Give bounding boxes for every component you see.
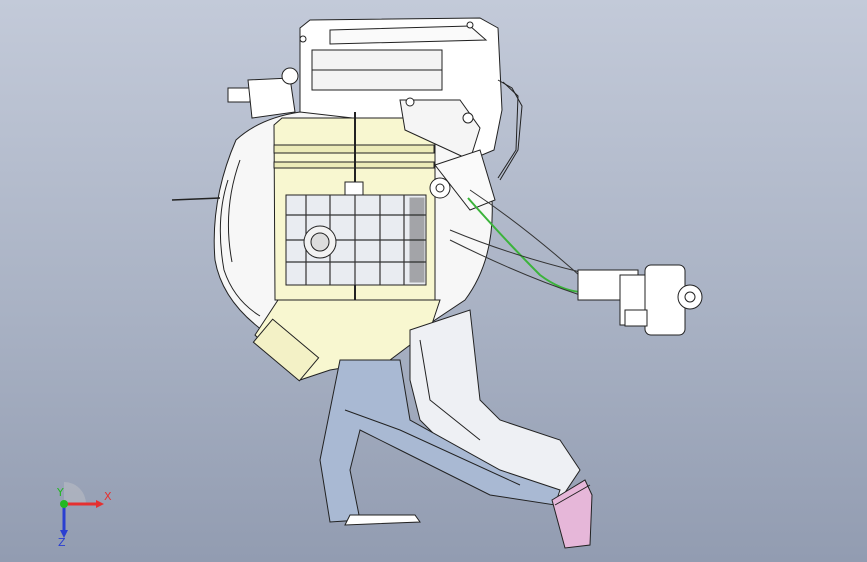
duct-foot xyxy=(344,514,421,526)
blower-motor-cover xyxy=(273,112,436,301)
drain-nipple xyxy=(227,67,299,119)
triad-plane-shade xyxy=(64,482,86,504)
z-axis-label: Z xyxy=(58,536,66,548)
y-axis-dot xyxy=(60,500,68,508)
y-axis-label: Y xyxy=(56,486,64,499)
servo-motor xyxy=(577,264,703,336)
hvac-assembly-model[interactable] xyxy=(0,0,867,562)
x-axis-head xyxy=(96,500,104,508)
cad-viewport[interactable]: X Y Z xyxy=(0,0,867,562)
left-rod xyxy=(171,197,221,201)
coordinate-triad: X Y Z xyxy=(56,482,112,548)
x-axis-label: X xyxy=(104,490,112,503)
